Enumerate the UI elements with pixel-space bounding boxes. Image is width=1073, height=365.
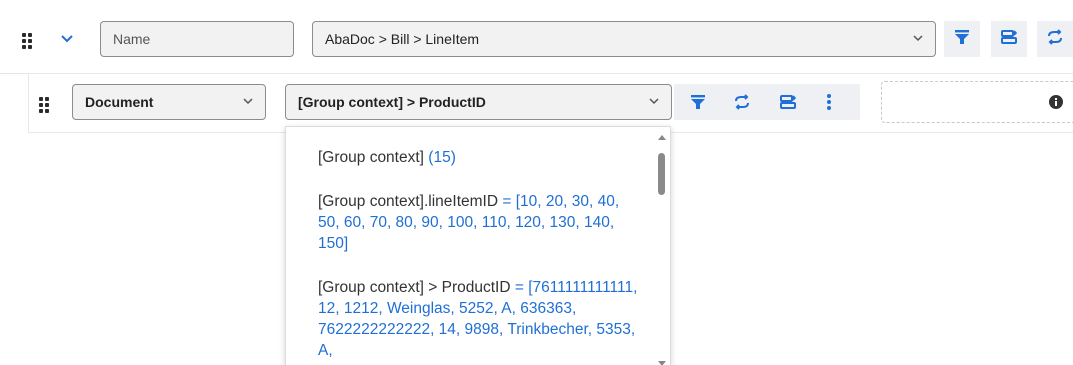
swap-button[interactable] (1037, 21, 1073, 57)
second-row: Document [Group context] > ProductID (28, 73, 1073, 133)
list-item[interactable]: [Group context].lineItemID = [10, 20, 30… (318, 191, 638, 254)
drag-handle-icon[interactable] (39, 97, 49, 113)
scroll-down-icon[interactable] (657, 360, 667, 365)
chevron-down-icon (649, 97, 659, 105)
option-label: [Group context] > ProductID (318, 279, 511, 296)
filter-icon (953, 28, 971, 51)
more-vertical-icon (826, 94, 832, 115)
drag-handle-icon[interactable] (22, 33, 32, 49)
path-select[interactable]: AbaDoc > Bill > LineItem (312, 21, 936, 57)
more-button[interactable] (826, 93, 832, 116)
scrollbar-thumb[interactable] (658, 153, 665, 195)
option-label: [Group context] (318, 149, 424, 166)
name-field-text: Name (113, 31, 151, 47)
drop-zone[interactable] (881, 81, 1073, 123)
filter-button[interactable] (944, 21, 980, 57)
export-button[interactable] (991, 21, 1027, 57)
export-icon (779, 95, 797, 115)
option-value: (15) (428, 149, 456, 166)
top-row: Name AbaDoc > Bill > LineItem (0, 0, 1073, 74)
chevron-down-icon (243, 97, 253, 105)
scroll-up-icon[interactable] (657, 133, 667, 141)
export-button[interactable] (779, 93, 797, 116)
document-select-text: Document (85, 94, 154, 110)
swap-icon (733, 94, 751, 115)
filter-icon (689, 95, 707, 115)
document-select[interactable]: Document (72, 84, 266, 120)
info-icon[interactable] (1048, 94, 1064, 115)
path-select-text: AbaDoc > Bill > LineItem (325, 31, 480, 47)
filter-button[interactable] (689, 93, 707, 116)
scrollbar[interactable] (656, 133, 666, 365)
chevron-down-icon (913, 34, 923, 42)
group-path-select-text: [Group context] > ProductID (298, 94, 486, 110)
path-dropdown-list[interactable]: [Group context] (15) [Group context].lin… (285, 126, 671, 365)
group-path-select[interactable]: [Group context] > ProductID (285, 84, 672, 120)
chevron-down-icon[interactable] (60, 31, 74, 45)
name-field[interactable]: Name (100, 21, 294, 57)
export-icon (1000, 28, 1018, 51)
list-item[interactable]: [Group context] (15) (318, 147, 638, 168)
option-label: [Group context].lineItemID (318, 193, 499, 210)
swap-button[interactable] (733, 93, 751, 116)
swap-icon (1046, 28, 1064, 51)
list-item[interactable]: [Group context] > ProductID = [761111111… (318, 277, 638, 361)
